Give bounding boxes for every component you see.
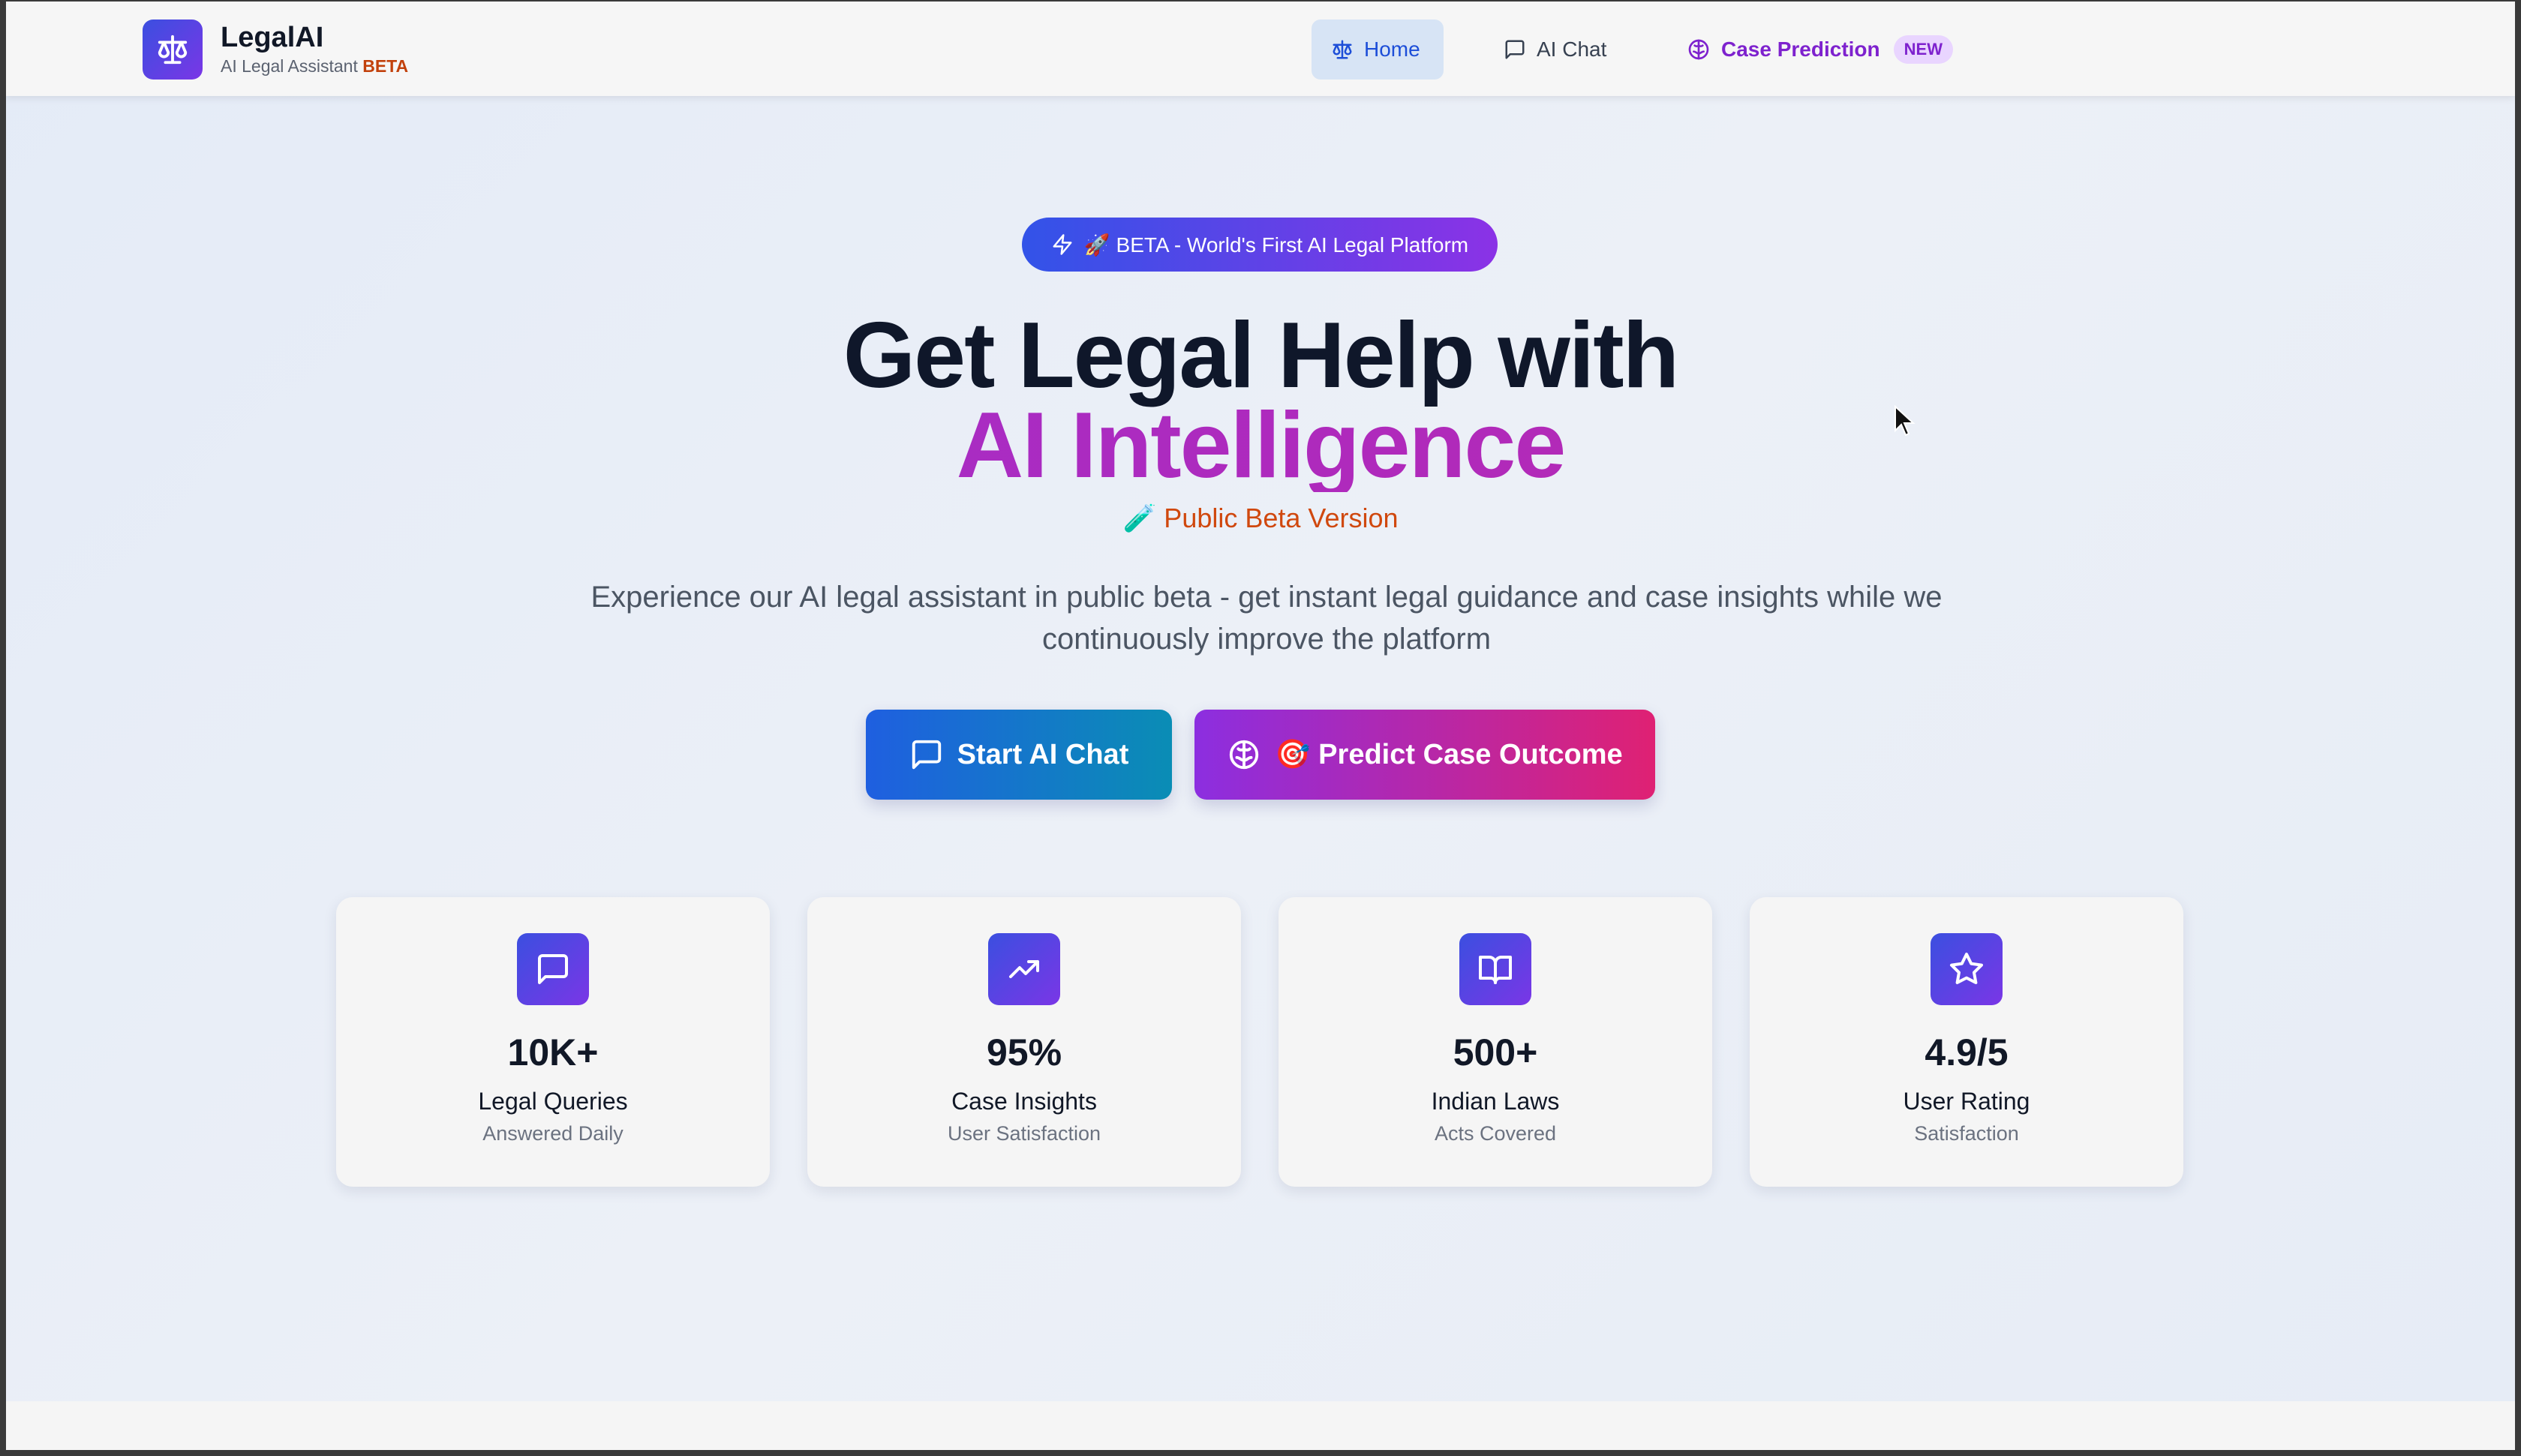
message-icon (1505, 40, 1525, 59)
brain-icon (1688, 39, 1709, 60)
message-icon (912, 740, 941, 770)
brain-icon (1230, 740, 1259, 770)
book-icon (1459, 933, 1531, 1005)
stat-label: Indian Laws (1431, 1088, 1560, 1115)
stat-label: Case Insights (951, 1088, 1097, 1115)
mouse-cursor-icon (1895, 405, 1916, 437)
message-icon (517, 933, 589, 1005)
brand-name: LegalAI (221, 22, 324, 53)
stat-value: 95% (986, 1031, 1062, 1073)
navbar: LegalAI AI Legal Assistant BETA Home AI … (6, 2, 2515, 96)
hero-description: Experience our AI legal assistant in pub… (590, 581, 1943, 656)
stat-sublabel: Answered Daily (482, 1122, 623, 1145)
stat-sublabel: Satisfaction (1914, 1122, 2019, 1145)
trending-up-icon (988, 933, 1060, 1005)
stat-card-user-rating: 4.9/5 User Rating Satisfaction (1750, 897, 2183, 1187)
browser-window: LegalAI AI Legal Assistant BETA Home AI … (6, 2, 2515, 1450)
hero-title-line1: Get Legal Help with (843, 304, 1680, 407)
stat-card-indian-laws: 500+ Indian Laws Acts Covered (1279, 897, 1712, 1187)
brand-subtitle-text: AI Legal Assistant (221, 56, 358, 76)
nav-case-prediction-label: Case Prediction (1721, 38, 1880, 61)
stat-value: 4.9/5 (1925, 1031, 2009, 1073)
public-beta-label: 🧪 Public Beta Version (1122, 503, 1399, 533)
stat-label: Legal Queries (478, 1088, 628, 1115)
scale-icon (143, 20, 203, 80)
nav-home[interactable]: Home (1312, 20, 1444, 80)
beta-announcement-pill: 🚀 BETA - World's First AI Legal Platform (1022, 218, 1498, 272)
beta-pill-text: 🚀 BETA - World's First AI Legal Platform (1083, 233, 1469, 257)
hero-title-line2: AI Intelligence (6, 399, 2515, 492)
predict-case-outcome-button[interactable]: 🎯 Predict Case Outcome (1194, 710, 1655, 800)
lightning-icon (1053, 234, 1072, 255)
start-ai-chat-button[interactable]: Start AI Chat (866, 710, 1172, 800)
brand-text: LegalAI AI Legal Assistant BETA (221, 21, 408, 78)
stat-value: 10K+ (507, 1031, 599, 1073)
stat-label: User Rating (1903, 1088, 2030, 1115)
footer-band (6, 1401, 2515, 1450)
nav-home-label: Home (1364, 38, 1420, 61)
nav-ai-chat-label: AI Chat (1537, 38, 1607, 61)
stat-sublabel: Acts Covered (1434, 1122, 1557, 1145)
stat-value: 500+ (1453, 1031, 1538, 1073)
new-badge: NEW (1893, 35, 1953, 64)
brand-subtitle: AI Legal Assistant BETA (221, 54, 408, 78)
predict-case-outcome-label: 🎯 Predict Case Outcome (1275, 739, 1623, 770)
stat-card-legal-queries: 10K+ Legal Queries Answered Daily (336, 897, 770, 1187)
brand[interactable]: LegalAI AI Legal Assistant BETA (143, 20, 408, 80)
start-ai-chat-label: Start AI Chat (957, 738, 1129, 770)
nav-case-prediction[interactable]: Case Prediction NEW (1667, 20, 1973, 80)
scale-icon (1333, 40, 1352, 59)
brand-beta-badge: BETA (362, 56, 409, 76)
stat-sublabel: User Satisfaction (947, 1122, 1101, 1145)
stat-card-case-insights: 95% Case Insights User Satisfaction (807, 897, 1241, 1187)
star-icon (1931, 933, 2003, 1005)
nav-ai-chat[interactable]: AI Chat (1484, 20, 1626, 80)
